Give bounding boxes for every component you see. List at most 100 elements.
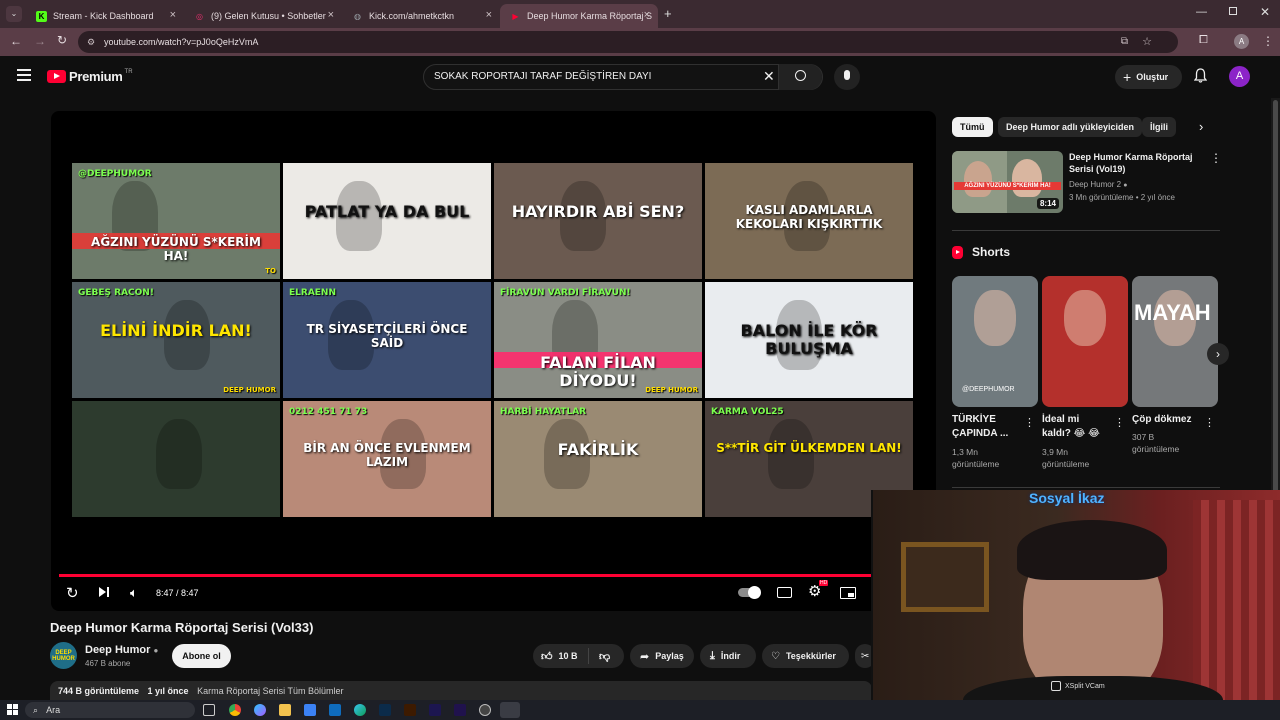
- thumbnail-corner-label: DEEP HUMOR: [645, 386, 698, 394]
- more-actions-icon[interactable]: ⋮: [1114, 416, 1125, 429]
- volume-icon[interactable]: 🔈︎: [130, 585, 138, 601]
- obs-icon[interactable]: [479, 704, 491, 716]
- replay-icon[interactable]: ↻: [66, 584, 79, 602]
- site-info-icon[interactable]: ⚙: [87, 31, 95, 53]
- tab-kick-channel[interactable]: ◍ Kick.com/ahmetkctkn ×: [342, 4, 500, 28]
- youtube-logo[interactable]: Premium TR: [47, 69, 133, 84]
- youtube-play-icon: [47, 70, 66, 83]
- tab-instagram-inbox[interactable]: ◎ (9) Gelen Kutusu • Sohbetler ×: [184, 4, 342, 28]
- account-avatar[interactable]: A: [1229, 66, 1250, 87]
- endscreen-video-6[interactable]: TR SİYASETÇİLERİ ÖNCE SAİD ELRAENN: [283, 282, 491, 398]
- back-icon[interactable]: ←: [10, 34, 22, 48]
- endscreen-video-3[interactable]: HAYIRDIR ABİ SEN?: [494, 163, 702, 279]
- recommended-channel[interactable]: Deep Humor 2 ●: [1069, 180, 1128, 189]
- premiere-icon[interactable]: [454, 704, 466, 716]
- after-effects-icon[interactable]: [429, 704, 441, 716]
- endscreen-video-8[interactable]: BALON İLE KÖR BULUŞMA: [705, 282, 913, 398]
- minimize-icon[interactable]: —: [1196, 6, 1207, 18]
- endscreen-video-9[interactable]: [72, 401, 280, 517]
- notifications-bell-icon[interactable]: [1193, 68, 1208, 83]
- channel-avatar[interactable]: DEEP HUMOR: [50, 642, 77, 669]
- chrome-icon[interactable]: [229, 704, 241, 716]
- endscreen-video-10[interactable]: BİR AN ÖNCE EVLENMEM LAZIM 0212 451 71 73: [283, 401, 491, 517]
- search-box[interactable]: SOKAK ROPORTAJI TARAF DEĞİŞTİREN DAYI ✕: [423, 64, 823, 90]
- copilot-icon[interactable]: [254, 704, 266, 716]
- close-icon[interactable]: ×: [170, 9, 176, 21]
- store-icon[interactable]: [304, 704, 316, 716]
- endscreen-video-1[interactable]: AĞZINI YÜZÜNÜ S*KERİM HA! @DEEPHUMOR TO: [72, 163, 280, 279]
- start-windows-icon[interactable]: [7, 704, 18, 715]
- upload-age: 1 yıl önce: [147, 686, 189, 696]
- forward-icon[interactable]: →: [34, 34, 46, 48]
- taskbar-search-box[interactable]: ⌕ Ara: [25, 702, 195, 718]
- globe-icon: ◍: [354, 11, 361, 21]
- close-icon[interactable]: ×: [486, 9, 492, 21]
- chip-from-uploader[interactable]: Deep Humor adlı yükleyiciden: [998, 117, 1143, 137]
- illustrator-icon[interactable]: [404, 704, 416, 716]
- endscreen-video-7[interactable]: FALAN FİLAN DİYODU! FİRAVUN VARDI FİRAVUN…: [494, 282, 702, 398]
- close-icon[interactable]: ×: [644, 9, 650, 21]
- endscreen-video-2[interactable]: PATLAT YA DA BUL: [283, 163, 491, 279]
- install-app-icon[interactable]: ⧉: [1121, 31, 1128, 53]
- short-thumbnail-2[interactable]: [1042, 276, 1128, 407]
- progress-track[interactable]: [59, 574, 928, 577]
- reload-icon[interactable]: ↻: [57, 33, 67, 47]
- recommended-thumbnail[interactable]: AĞZINI YÜZÜNÜ S*KERİM HA! 8:14: [952, 151, 1063, 213]
- bookmark-star-icon[interactable]: ☆: [1142, 31, 1152, 53]
- more-actions-icon[interactable]: ⋮: [1210, 151, 1222, 165]
- download-button[interactable]: ⤓ İndir: [700, 644, 756, 668]
- autoplay-toggle[interactable]: [738, 586, 761, 599]
- subtitles-icon[interactable]: [777, 587, 792, 598]
- browser-menu-icon[interactable]: ⋮: [1262, 34, 1274, 48]
- search-input[interactable]: SOKAK ROPORTAJI TARAF DEĞİŞTİREN DAYI: [434, 71, 651, 82]
- restore-icon[interactable]: [1229, 7, 1237, 15]
- endscreen-video-11[interactable]: FAKİRLİK HARBİ HAYATLAR: [494, 401, 702, 517]
- channel-name[interactable]: Deep Humor ●: [85, 644, 158, 656]
- outlook-icon[interactable]: [329, 704, 341, 716]
- create-button[interactable]: + Oluştur: [1115, 65, 1182, 89]
- short-thumbnail-3[interactable]: MAYAH: [1132, 276, 1218, 407]
- extensions-icon[interactable]: ⧠: [1199, 34, 1208, 47]
- close-icon[interactable]: ×: [328, 9, 334, 21]
- short-title[interactable]: TÜRKİYE ÇAPINDA ...: [952, 413, 1016, 441]
- profile-avatar[interactable]: A: [1234, 34, 1249, 49]
- chip-all[interactable]: Tümü: [952, 117, 993, 137]
- shorts-next-button[interactable]: ›: [1207, 343, 1229, 365]
- like-button[interactable]: 👍︎ 10 B: [533, 648, 589, 664]
- photoshop-icon[interactable]: [379, 704, 391, 716]
- recommended-title[interactable]: Deep Humor Karma Röportaj Serisi (Vol19): [1069, 151, 1199, 175]
- tab-search-chevron-icon[interactable]: ⌄: [6, 6, 22, 22]
- miniplayer-icon[interactable]: [840, 587, 856, 599]
- address-bar[interactable]: ⚙ youtube.com/watch?v=pJ0oQeHzVmA ⧉ ☆: [78, 31, 1178, 53]
- chip-next-chevron-icon[interactable]: ›: [1199, 119, 1203, 134]
- tab-youtube-video[interactable]: ▶ Deep Humor Karma Röportaj S ×: [500, 4, 658, 28]
- clear-search-icon[interactable]: ✕: [763, 68, 775, 85]
- next-video-icon[interactable]: [99, 587, 109, 597]
- chip-related[interactable]: İlgili: [1142, 117, 1176, 137]
- close-window-icon[interactable]: ✕: [1260, 5, 1270, 19]
- short-thumbnail-1[interactable]: @DEEPHUMOR: [952, 276, 1038, 407]
- endscreen-video-5[interactable]: ELİNİ İNDİR LAN! GEBEŞ RACON! DEEP HUMOR: [72, 282, 280, 398]
- dislike-button[interactable]: 👎︎: [589, 650, 610, 663]
- video-player[interactable]: AĞZINI YÜZÜNÜ S*KERİM HA! @DEEPHUMOR TO PAT…: [51, 111, 936, 611]
- short-title[interactable]: İdeal mi kaldı? 😂 😂: [1042, 413, 1106, 441]
- more-actions-icon[interactable]: ⋮: [1204, 416, 1215, 429]
- voice-search-button[interactable]: [834, 64, 860, 90]
- new-tab-icon[interactable]: +: [664, 6, 672, 21]
- subscribe-button[interactable]: Abone ol: [172, 644, 231, 668]
- tab-kick-dashboard[interactable]: K Stream - Kick Dashboard ×: [26, 4, 184, 28]
- thanks-button[interactable]: ♡ Teşekkürler: [762, 644, 849, 668]
- short-title[interactable]: Çöp dökmez: [1132, 413, 1196, 427]
- thumbs-up-icon: 👍︎: [541, 650, 553, 663]
- edge-icon[interactable]: [354, 704, 366, 716]
- more-actions-icon[interactable]: ⋮: [1024, 416, 1035, 429]
- chrome-active-icon[interactable]: [500, 702, 520, 718]
- thumbnail-caption: AĞZINI YÜZÜNÜ S*KERİM HA!: [91, 235, 261, 263]
- search-button[interactable]: [778, 64, 822, 90]
- file-explorer-icon[interactable]: [279, 704, 291, 716]
- share-button[interactable]: ➦ Paylaş: [630, 644, 694, 668]
- hamburger-menu-icon[interactable]: [17, 69, 31, 81]
- task-view-icon[interactable]: [203, 704, 215, 716]
- endscreen-video-4[interactable]: KASLI ADAMLARLA KEKOLARI KIŞKIRTTIK: [705, 163, 913, 279]
- like-dislike-group: 👍︎ 10 B 👎︎: [533, 644, 624, 668]
